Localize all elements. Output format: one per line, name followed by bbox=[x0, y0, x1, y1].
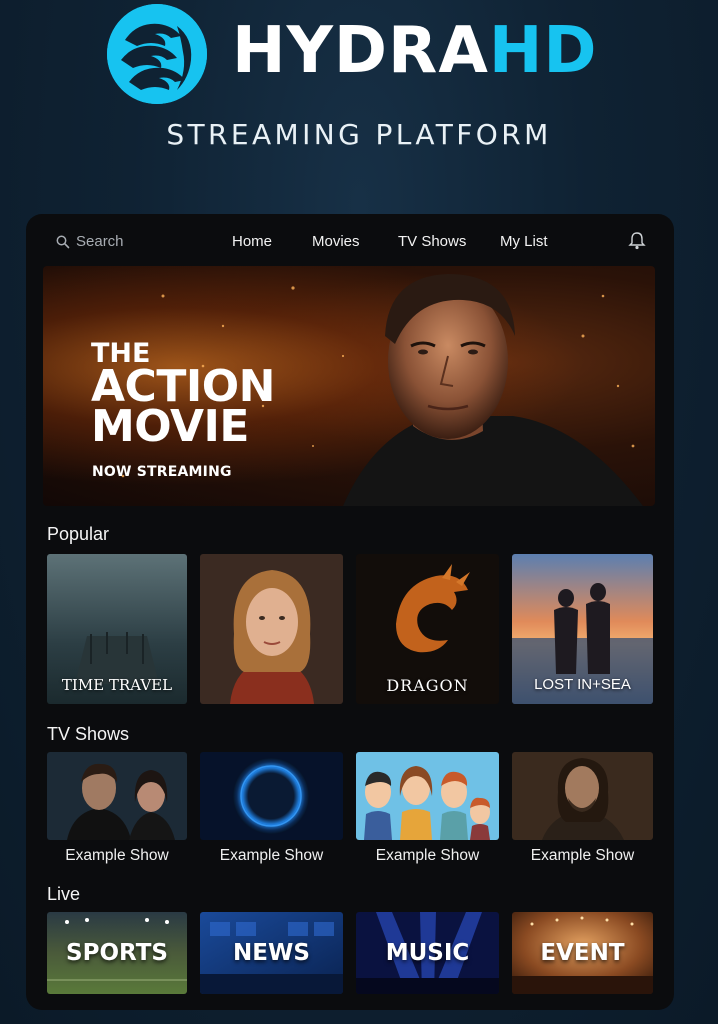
bearded-man-image bbox=[512, 752, 653, 840]
live-tile-news[interactable]: NEWS bbox=[200, 912, 343, 994]
tv-show-tile[interactable] bbox=[512, 752, 653, 840]
live-tile-sports[interactable]: SPORTS bbox=[47, 912, 187, 994]
blue-portal-image bbox=[200, 752, 343, 840]
tv-show-tile[interactable] bbox=[200, 752, 343, 840]
live-tile-label: EVENT bbox=[540, 940, 625, 966]
couple-poster-image bbox=[47, 752, 187, 840]
popular-tile-dragon[interactable]: DRAGON bbox=[356, 554, 499, 704]
search-icon bbox=[56, 235, 70, 248]
brand-name: HYDRAHD bbox=[232, 16, 598, 86]
top-navigation: Search Home Movies TV Shows My List bbox=[26, 214, 674, 266]
hero-title: THE ACTION MOVIE bbox=[91, 340, 275, 453]
tv-show-tile[interactable] bbox=[47, 752, 187, 840]
bell-icon[interactable] bbox=[628, 231, 646, 251]
tagline: STREAMING PLATFORM bbox=[166, 118, 552, 151]
live-tile-label: SPORTS bbox=[66, 940, 168, 966]
tv-shows-section-title: TV Shows bbox=[47, 724, 130, 744]
tv-show-caption: Example Show bbox=[65, 847, 169, 864]
live-tile-event[interactable]: EVENT bbox=[512, 912, 653, 994]
live-tile-label: NEWS bbox=[233, 940, 310, 966]
hydra-logo-icon bbox=[107, 4, 207, 104]
search-box[interactable]: Search bbox=[56, 233, 124, 250]
brand-name-primary: HYDRA bbox=[232, 14, 489, 88]
cartoon-kids-image bbox=[356, 752, 499, 840]
tv-show-tile[interactable] bbox=[356, 752, 499, 840]
app-window: Search Home Movies TV Shows My List THE … bbox=[26, 214, 674, 1010]
popular-tile-lost-in-sea[interactable]: LOST IN+SEA bbox=[512, 554, 653, 704]
popular-tile-label: DRAGON bbox=[386, 676, 469, 695]
tv-show-caption: Example Show bbox=[219, 847, 324, 864]
nav-tv-shows-link[interactable]: TV Shows bbox=[398, 233, 466, 250]
nav-home-link[interactable]: Home bbox=[232, 233, 272, 250]
live-tile-music[interactable]: MUSIC bbox=[356, 912, 499, 994]
tv-show-caption: Example Show bbox=[375, 847, 480, 864]
tv-show-caption: Example Show bbox=[530, 847, 635, 864]
nav-movies-link[interactable]: Movies bbox=[312, 233, 360, 250]
hero-banner[interactable]: THE ACTION MOVIE NOW STREAMING bbox=[43, 266, 655, 506]
live-section-title: Live bbox=[47, 884, 81, 904]
popular-tile-label: LOST IN+SEA bbox=[534, 676, 631, 693]
hero-subtitle: NOW STREAMING bbox=[92, 464, 232, 480]
popular-tile-portrait[interactable] bbox=[200, 554, 343, 704]
nav-my-list-link[interactable]: My List bbox=[500, 233, 548, 250]
hero-title-line3: MOVIE bbox=[91, 401, 249, 453]
search-placeholder: Search bbox=[76, 233, 124, 250]
brand-name-accent: HD bbox=[488, 14, 598, 88]
popular-tile-time-travel[interactable]: TIME TRAVEL bbox=[47, 554, 187, 704]
live-tile-label: MUSIC bbox=[385, 940, 470, 966]
popular-section-title: Popular bbox=[47, 524, 110, 544]
brand-header: HYDRAHD STREAMING PLATFORM bbox=[0, 0, 718, 200]
woman-portrait-image bbox=[200, 554, 343, 704]
popular-tile-label: TIME TRAVEL bbox=[61, 676, 173, 694]
